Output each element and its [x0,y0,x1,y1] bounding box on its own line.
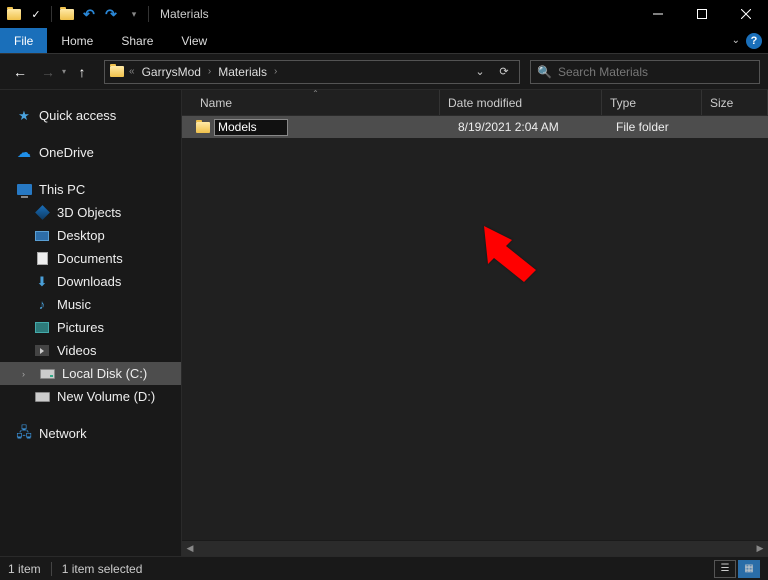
close-button[interactable] [724,0,768,28]
drive-icon [39,366,55,382]
search-icon: 🔍 [537,65,552,79]
column-headers: Name ⌃ Date modified Type Size [182,90,768,116]
file-row[interactable]: 8/19/2021 2:04 AM File folder [182,116,768,138]
qat-folder-icon[interactable] [4,3,24,25]
up-button[interactable]: ↑ [70,60,94,84]
pictures-icon [34,320,50,336]
quick-access-toolbar: ✓ ↶ ↷ ▾ [0,3,152,25]
scroll-left-icon[interactable]: ◀ [182,541,198,557]
horizontal-scrollbar[interactable]: ◀ ▶ [182,540,768,556]
redo-icon[interactable]: ↷ [101,3,121,25]
videos-icon [34,343,50,359]
help-icon[interactable]: ? [746,33,762,49]
status-bar: 1 item 1 item selected ☰ ▦ [0,556,768,580]
view-details-icon[interactable]: ☰ [714,560,736,578]
title-bar: ✓ ↶ ↷ ▾ Materials [0,0,768,28]
column-name[interactable]: Name ⌃ [192,90,440,115]
desktop-icon [34,228,50,244]
address-folder-icon[interactable] [108,66,126,77]
chevron-right-icon: › [22,369,32,379]
tab-view[interactable]: View [167,28,221,53]
refresh-icon[interactable]: ⟳ [493,65,515,78]
nav-quick-access[interactable]: ★ Quick access [0,104,181,127]
window-controls [636,0,768,28]
file-list: Name ⌃ Date modified Type Size 8/19/2021… [182,90,768,556]
forward-button[interactable]: → [36,60,60,84]
file-date: 8/19/2021 2:04 AM [446,120,608,134]
qat-customize-icon[interactable]: ▾ [123,3,143,25]
nav-documents[interactable]: Documents [0,247,181,270]
window-title: Materials [160,7,209,21]
search-placeholder: Search Materials [558,65,648,79]
cloud-icon: ☁ [16,145,32,161]
breadcrumb-seg-1[interactable]: Materials [214,61,271,83]
tab-home[interactable]: Home [47,28,107,53]
view-large-icons-icon[interactable]: ▦ [738,560,760,578]
monitor-icon [16,182,32,198]
search-input[interactable]: 🔍 Search Materials [530,60,760,84]
nav-this-pc[interactable]: This PC [0,178,181,201]
nav-music[interactable]: ♪Music [0,293,181,316]
nav-network[interactable]: 🖧 Network [0,422,181,445]
nav-onedrive[interactable]: ☁ OneDrive [0,141,181,164]
maximize-button[interactable] [680,0,724,28]
address-dropdown-icon[interactable]: ⌄ [469,65,491,78]
status-selected: 1 item selected [62,562,153,576]
file-type: File folder [608,120,708,134]
breadcrumb-overflow[interactable]: « [126,66,138,77]
rename-input[interactable] [214,119,288,136]
chevron-right-icon[interactable]: › [271,66,280,77]
annotation-arrow [482,226,552,289]
star-icon: ★ [16,108,32,124]
chevron-right-icon[interactable]: › [205,66,214,77]
navigation-pane: ★ Quick access ☁ OneDrive This PC 3D Obj… [0,90,182,556]
network-icon: 🖧 [16,426,32,442]
qat-properties-icon[interactable]: ✓ [26,3,46,25]
column-date[interactable]: Date modified [440,90,602,115]
breadcrumb-seg-0[interactable]: GarrysMod [138,61,205,83]
music-icon: ♪ [34,297,50,313]
qat-new-folder-icon[interactable] [57,3,77,25]
document-icon [34,251,50,267]
scroll-right-icon[interactable]: ▶ [752,541,768,557]
navigation-bar: ← → ▾ ↑ « GarrysMod › Materials › ⌄ ⟳ 🔍 … [0,54,768,90]
address-bar[interactable]: « GarrysMod › Materials › ⌄ ⟳ [104,60,520,84]
ribbon-expand-icon[interactable]: ⌄ [732,35,740,46]
nav-new-volume-d[interactable]: New Volume (D:) [0,385,181,408]
history-dropdown-icon[interactable]: ▾ [62,67,66,76]
download-icon: ⬇ [34,274,50,290]
nav-pictures[interactable]: Pictures [0,316,181,339]
nav-local-disk-c[interactable]: ›Local Disk (C:) [0,362,181,385]
tab-share[interactable]: Share [107,28,167,53]
folder-icon [192,122,214,133]
sort-indicator-icon: ⌃ [312,89,319,98]
status-item-count: 1 item [8,562,51,576]
back-button[interactable]: ← [8,60,32,84]
ribbon-tabs: File Home Share View ⌄ ? [0,28,768,54]
tab-file[interactable]: File [0,28,47,53]
nav-videos[interactable]: Videos [0,339,181,362]
column-type[interactable]: Type [602,90,702,115]
column-size[interactable]: Size [702,90,768,115]
undo-icon[interactable]: ↶ [79,3,99,25]
nav-downloads[interactable]: ⬇Downloads [0,270,181,293]
nav-desktop[interactable]: Desktop [0,224,181,247]
minimize-button[interactable] [636,0,680,28]
cube-icon [34,205,50,221]
drive-icon [34,389,50,405]
nav-3d-objects[interactable]: 3D Objects [0,201,181,224]
